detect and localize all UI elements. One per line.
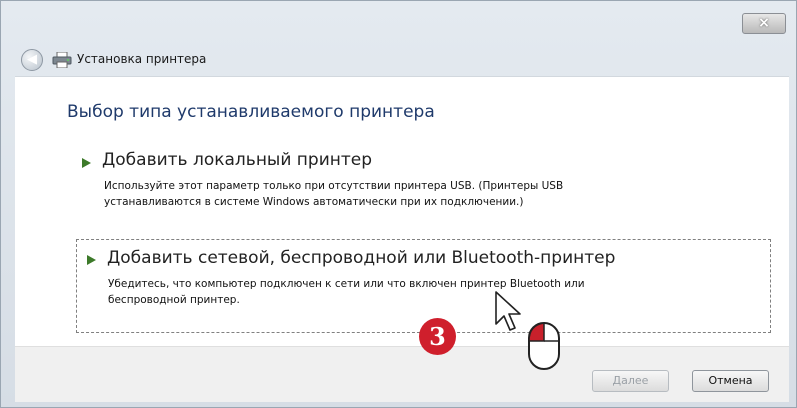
- cursor-arrow-icon: [495, 291, 521, 331]
- local-printer-description-line-1: Используйте этот параметр только при отс…: [104, 180, 564, 192]
- step-number-badge: 3: [419, 318, 456, 355]
- local-printer-description-line-2: устанавливаются в системе Windows автома…: [104, 196, 524, 208]
- local-printer-arrow-icon: [82, 158, 91, 168]
- close-button[interactable]: ×: [742, 13, 786, 34]
- back-arrow-icon: ◀: [27, 52, 37, 67]
- wizard-navigation: ◀ Установка принтера: [15, 43, 784, 73]
- wizard-footer: Далее Отмена: [15, 346, 789, 402]
- window-title: Установка принтера: [77, 52, 207, 66]
- add-network-printer-option[interactable]: Добавить сетевой, беспроводной или Bluet…: [107, 248, 615, 268]
- network-printer-description-line-2: беспроводной принтер.: [108, 294, 240, 306]
- close-icon: ×: [758, 15, 770, 31]
- back-button[interactable]: ◀: [21, 49, 43, 71]
- network-printer-arrow-icon: [87, 255, 96, 265]
- add-local-printer-option[interactable]: Добавить локальный принтер: [102, 150, 372, 170]
- cancel-button[interactable]: Отмена: [692, 370, 769, 392]
- page-heading: Выбор типа устанавливаемого принтера: [67, 102, 435, 122]
- wizard-content: Выбор типа устанавливаемого принтера Доб…: [15, 76, 789, 346]
- printer-setup-window: × ◀ Установка принтера Выбор типа устана…: [0, 0, 797, 408]
- next-button[interactable]: Далее: [592, 370, 669, 392]
- printer-icon: [52, 52, 72, 68]
- mouse-icon: [528, 322, 560, 370]
